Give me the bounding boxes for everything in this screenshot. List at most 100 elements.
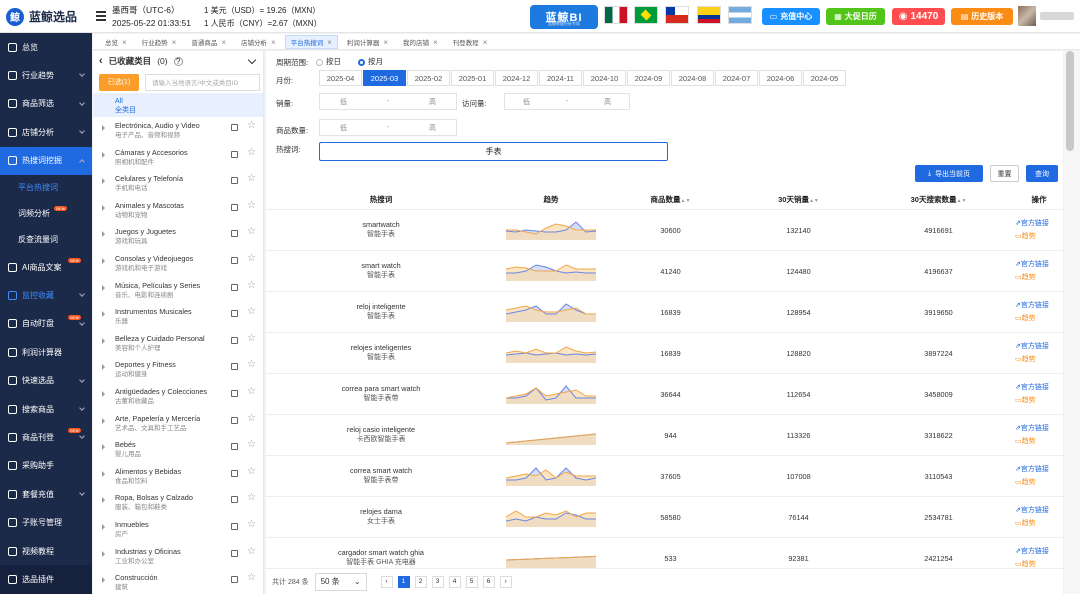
favorite-categories-header[interactable]: ‹ 已收藏类目 (0) ? (93, 51, 263, 71)
star-icon[interactable]: ☆ (247, 440, 256, 450)
star-icon[interactable]: ☆ (247, 333, 256, 344)
menu-toggle-icon[interactable] (96, 11, 106, 21)
category-item[interactable]: Belleza y Cuidado Personal 美容和个人护理 ☆ (93, 330, 263, 357)
tab-0[interactable]: 总览 × (99, 35, 133, 49)
copy-icon[interactable] (231, 283, 238, 291)
month-option[interactable]: 2024-11 (539, 70, 582, 86)
chile-flag-icon[interactable] (665, 6, 689, 24)
copy-icon[interactable] (231, 576, 238, 584)
keyword-input[interactable]: 手表 (319, 142, 668, 161)
month-option[interactable]: 2025-01 (451, 70, 494, 86)
tab-5[interactable]: 利润计算器 × (341, 35, 394, 49)
expand-triangle-icon[interactable] (102, 337, 105, 344)
close-icon[interactable]: × (122, 38, 127, 47)
sidebar-item-1[interactable]: 行业趋势 (0, 61, 92, 89)
month-option[interactable]: 2024-07 (715, 70, 758, 86)
star-icon[interactable]: ☆ (247, 280, 256, 291)
expand-triangle-icon[interactable] (102, 417, 105, 424)
copy-icon[interactable] (231, 363, 238, 371)
sidebar-item-16[interactable]: 套餐充值 (0, 480, 92, 508)
close-icon[interactable]: × (383, 38, 388, 47)
close-icon[interactable]: × (172, 38, 177, 47)
help-icon[interactable]: ? (173, 56, 183, 66)
trend-link[interactable]: ▭趋势 (1015, 230, 1063, 243)
copy-icon[interactable] (231, 150, 238, 158)
category-item[interactable]: Ropa, Bolsas y Calzado 服装、箱包和鞋类 ☆ (93, 489, 263, 516)
sidebar-item-17[interactable]: 子账号管理 (0, 508, 92, 536)
star-icon[interactable]: ☆ (247, 174, 256, 184)
back-chevron-icon[interactable]: ‹ (99, 55, 103, 67)
header-sales[interactable]: 30天销量▲▼ (735, 194, 862, 205)
copy-icon[interactable] (231, 256, 238, 264)
colombia-flag-icon[interactable] (697, 6, 721, 24)
recharge-center-button[interactable]: ▭ 充值中心 (762, 8, 820, 25)
category-item[interactable]: Arte, Papelería y Mercería 艺术品、文具和手工艺品 ☆ (93, 410, 263, 437)
expand-triangle-icon[interactable] (102, 151, 105, 158)
month-option[interactable]: 2025-03 (363, 70, 406, 86)
scrollbar-thumb[interactable] (1066, 51, 1074, 151)
category-item[interactable]: Industrias y Oficinas 工业和办公室 ☆ (93, 543, 263, 570)
official-link[interactable]: ⇗官方链接 (1015, 340, 1063, 353)
star-icon[interactable]: ☆ (247, 573, 256, 583)
coins-balance-button[interactable]: ◉ 14470 (892, 8, 945, 25)
copy-icon[interactable] (231, 496, 238, 504)
star-icon[interactable]: ☆ (247, 546, 256, 557)
tab-4[interactable]: 平台热搜词 × (284, 35, 338, 49)
copy-icon[interactable] (231, 549, 238, 557)
expand-triangle-icon[interactable] (102, 470, 105, 477)
page-button-5[interactable]: 5 (465, 575, 478, 588)
expand-triangle-icon[interactable] (102, 550, 105, 557)
mexico-flag-icon[interactable] (604, 6, 628, 24)
period-month-radio[interactable]: 按月 (358, 56, 383, 67)
official-link[interactable]: ⇗官方链接 (1015, 299, 1063, 312)
expand-triangle-icon[interactable] (102, 178, 105, 185)
sidebar-item-11[interactable]: 利润计算器 (0, 338, 92, 366)
star-icon[interactable]: ☆ (247, 147, 256, 158)
expand-triangle-icon[interactable] (102, 311, 105, 318)
trend-link[interactable]: ▭趋势 (1015, 435, 1063, 448)
official-link[interactable]: ⇗官方链接 (1015, 258, 1063, 271)
trend-link[interactable]: ▭趋势 (1015, 517, 1063, 530)
page-button-3[interactable]: 3 (431, 575, 444, 588)
expand-triangle-icon[interactable] (102, 284, 105, 291)
export-page-button[interactable]: ⤓ 导出当前页 (915, 165, 983, 182)
category-item[interactable]: Celulares y Telefonía 手机和电话 ☆ (93, 170, 263, 197)
sidebar-item-18[interactable]: 视频教程 (0, 537, 92, 565)
sidebar-item-0[interactable]: 总览 (0, 33, 92, 61)
page-size-select[interactable]: 50 条 ⌄ (314, 572, 367, 591)
sales-range[interactable]: 低-高 (319, 93, 457, 110)
expand-triangle-icon[interactable] (102, 231, 105, 238)
tab-1[interactable]: 行业趋势 × (136, 35, 183, 49)
close-icon[interactable]: × (483, 38, 488, 47)
expand-triangle-icon[interactable] (102, 364, 105, 371)
tab-7[interactable]: 刊登教程 × (447, 35, 494, 49)
promo-calendar-button[interactable]: ▦ 大促日历 (826, 8, 885, 25)
category-item[interactable]: Alimentos y Bebidas 食品和饮料 ☆ (93, 463, 263, 490)
sort-icon[interactable]: ▲▼ (956, 198, 966, 204)
visits-range[interactable]: 低-高 (504, 93, 630, 110)
page-button-6[interactable]: 6 (482, 575, 495, 588)
avatar[interactable] (1018, 6, 1036, 26)
copy-icon[interactable] (231, 416, 238, 424)
category-item[interactable]: Inmuebles 房产 ☆ (93, 516, 263, 543)
sort-icon[interactable]: ▲▼ (809, 198, 819, 204)
month-option[interactable]: 2024-12 (495, 70, 538, 86)
star-icon[interactable]: ☆ (247, 200, 256, 211)
month-option[interactable]: 2025-04 (319, 70, 362, 86)
copy-icon[interactable] (231, 389, 238, 397)
expand-triangle-icon[interactable] (102, 444, 105, 451)
page-button-4[interactable]: 4 (448, 575, 461, 588)
star-icon[interactable]: ☆ (247, 493, 256, 503)
category-item[interactable]: Consolas y Videojuegos 游戏机和电子游戏 ☆ (93, 250, 263, 277)
trend-link[interactable]: ▭趋势 (1015, 353, 1063, 366)
page-button-2[interactable]: 2 (414, 575, 427, 588)
sidebar-item-9[interactable]: 监控收藏 (0, 281, 92, 309)
argentina-flag-icon[interactable] (728, 6, 752, 24)
category-item[interactable]: Instrumentos Musicales 乐器 ☆ (93, 303, 263, 330)
official-link[interactable]: ⇗官方链接 (1015, 217, 1063, 230)
expand-triangle-icon[interactable] (102, 125, 105, 131)
query-button[interactable]: 查询 (1026, 165, 1058, 182)
sidebar-item-19[interactable]: 选品插件 (0, 565, 92, 594)
category-item[interactable]: Electrónica, Audio y Video 电子产品、音频和视频 ☆ (93, 117, 263, 144)
history-version-button[interactable]: ▤ 历史版本 (951, 8, 1013, 25)
